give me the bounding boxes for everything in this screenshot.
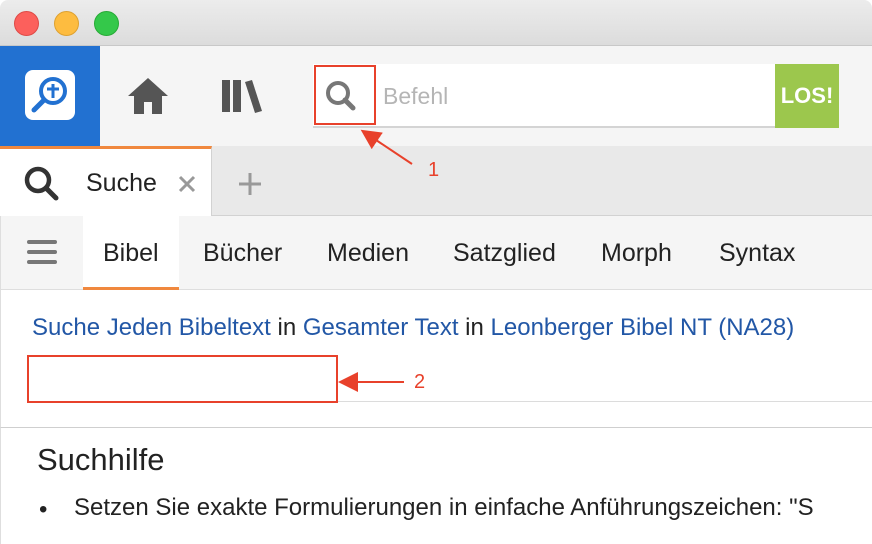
- subtab-satzglied[interactable]: Satzglied: [453, 216, 556, 290]
- search-help: Suchhilfe • Setzen Sie exakte Formulieru…: [0, 428, 872, 544]
- new-tab-plus-icon[interactable]: [236, 170, 264, 198]
- subtab-syntax[interactable]: Syntax: [719, 216, 795, 290]
- home-button[interactable]: [126, 76, 170, 116]
- main-toolbar: LOS!: [0, 46, 872, 146]
- help-line: Setzen Sie exakte Formulierungen in einf…: [74, 494, 814, 521]
- search-type-menu: Bibel Bücher Medien Satzglied Morph Synt…: [0, 216, 872, 290]
- query-description: Suche Jeden Bibeltext in Gesamter Text i…: [32, 314, 794, 342]
- tab-label: Suche: [86, 169, 157, 197]
- hamburger-menu-icon[interactable]: [27, 240, 59, 266]
- close-icon[interactable]: [176, 173, 198, 195]
- query-in-text: in: [465, 314, 484, 341]
- magnifier-cross-logo-icon: [25, 70, 75, 120]
- close-window-button[interactable]: [14, 11, 39, 36]
- bullet-marker: •: [39, 496, 48, 523]
- home-icon: [128, 78, 168, 114]
- query-in-text: in: [277, 314, 297, 341]
- zoom-window-button[interactable]: [94, 11, 119, 36]
- annotation-label-2: 2: [414, 371, 426, 393]
- app-logo-button[interactable]: [0, 46, 100, 146]
- title-bar: [0, 0, 872, 46]
- library-button[interactable]: [218, 76, 270, 116]
- library-books-icon: [222, 80, 262, 113]
- query-range-link[interactable]: Gesamter Text: [303, 314, 459, 341]
- command-input[interactable]: [383, 74, 763, 118]
- annotation-label-1: 1: [428, 159, 440, 181]
- search-icon: [24, 166, 59, 201]
- subtab-buecher[interactable]: Bücher: [203, 216, 282, 290]
- tab-suche[interactable]: Suche: [0, 146, 212, 216]
- query-scope-link[interactable]: Jeden Bibeltext: [107, 314, 271, 341]
- app-window: LOS! Suche Bibel Bücher Medien Satzglied: [0, 0, 872, 544]
- minimize-window-button[interactable]: [54, 11, 79, 36]
- query-suche-link[interactable]: Suche: [32, 314, 100, 341]
- subtab-bibel[interactable]: Bibel: [83, 216, 179, 290]
- annotation-box-1: [314, 65, 376, 125]
- annotation-box-2: [27, 355, 338, 403]
- help-title: Suchhilfe: [37, 442, 165, 477]
- command-bar: LOS!: [313, 64, 839, 128]
- subtab-morph[interactable]: Morph: [601, 216, 672, 290]
- go-button[interactable]: LOS!: [775, 64, 839, 128]
- subtab-medien[interactable]: Medien: [327, 216, 409, 290]
- query-bible-link[interactable]: Leonberger Bibel NT (NA28): [491, 314, 795, 341]
